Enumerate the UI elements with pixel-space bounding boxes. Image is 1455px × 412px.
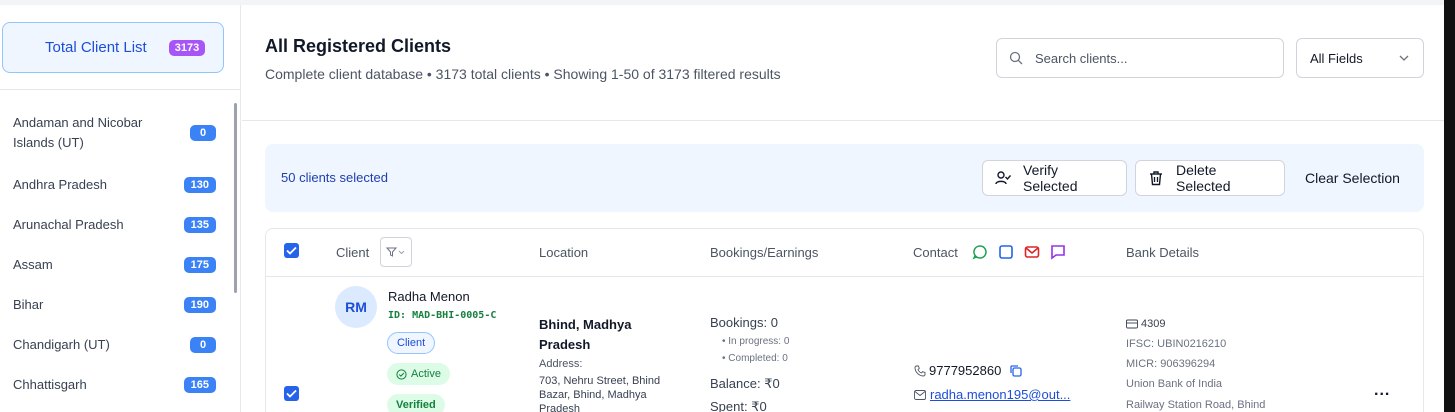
search-input[interactable] [1035, 50, 1255, 66]
filter-icon [386, 247, 405, 257]
verify-selected-button[interactable]: Verify Selected [982, 160, 1127, 196]
column-bank-details: Bank Details [1126, 245, 1199, 260]
search-icon [1009, 51, 1023, 65]
user-check-icon [995, 170, 1011, 186]
contact-icons [972, 244, 1066, 260]
status-badge: Active [387, 363, 450, 385]
state-count-badge: 190 [183, 297, 216, 313]
state-name: Arunachal Pradesh [13, 217, 124, 232]
state-name: Andhra Pradesh [13, 177, 107, 192]
client-id: ID: MAD-BHI-0005-C [388, 310, 497, 321]
chat-icon[interactable] [1050, 244, 1066, 260]
email-link[interactable]: radha.menon195@out... [930, 387, 1070, 402]
state-name: Chhattisgarh [13, 377, 87, 392]
column-location: Location [539, 245, 589, 260]
address-text: 703, Nehru Street, Bhind Bazar, Bhind, M… [539, 375, 661, 412]
field-select-value: All Fields [1310, 50, 1363, 66]
field-select[interactable]: All Fields [1296, 38, 1424, 78]
phone-text: 9777952860 [929, 363, 1002, 378]
copy-icon[interactable] [1009, 364, 1023, 378]
delete-selected-button[interactable]: Delete Selected [1135, 160, 1285, 196]
client-filter-button[interactable] [380, 237, 412, 267]
micr-code: MICR: 906396294 [1126, 358, 1216, 370]
header-divider [242, 120, 1444, 121]
verified-badge: Verified [387, 394, 445, 412]
bank-account: 4309 [1126, 318, 1165, 330]
select-all-checkbox[interactable] [284, 243, 299, 258]
state-item-arunachal-pradesh[interactable]: Arunachal Pradesh 135 [0, 215, 230, 235]
sidebar-scrollbar[interactable] [234, 103, 237, 293]
state-count-badge: 165 [183, 377, 216, 393]
clients-table: Client Location Bookings/Earnings Contac… [265, 228, 1424, 412]
selection-count: 50 clients selected [281, 170, 388, 185]
column-bookings: Bookings/Earnings [710, 245, 819, 260]
balance: Balance: ₹0 [710, 376, 780, 391]
bookings-completed: • Completed: 0 [722, 353, 788, 364]
clear-selection-button[interactable]: Clear Selection [1305, 170, 1400, 186]
sidebar: Total Client List 3173 Andaman and Nicob… [0, 5, 241, 412]
phone-icon [914, 365, 926, 376]
square-icon[interactable] [998, 244, 1014, 260]
phone-number: 9777952860 [914, 363, 1023, 378]
credit-card-icon [1126, 319, 1138, 329]
delete-selected-label: Delete Selected [1176, 162, 1231, 194]
status-label: Active [411, 368, 441, 380]
state-name: Chandigarh (UT) [13, 337, 110, 352]
search-box[interactable] [996, 38, 1284, 78]
state-name: Andaman and Nicobar Islands (UT) [13, 115, 143, 150]
state-count-badge: 130 [183, 177, 216, 193]
sidebar-divider [0, 89, 240, 90]
spent: Spent: ₹0 [710, 399, 767, 412]
state-item-bihar[interactable]: Bihar 190 [0, 295, 230, 315]
bookings-in-progress: • In progress: 0 [722, 336, 790, 347]
state-count-badge: 0 [190, 125, 216, 141]
page-subtitle: Complete client database • 3173 total cl… [265, 66, 781, 82]
row-actions-menu[interactable]: ... [1374, 382, 1390, 400]
selection-bar: 50 clients selected Verify Selected Dele… [265, 144, 1424, 212]
bookings-count: Bookings: 0 [710, 315, 778, 330]
whatsapp-icon[interactable] [972, 244, 988, 260]
total-count-badge: 3173 [168, 39, 206, 56]
state-count-badge: 0 [190, 337, 216, 353]
window-edge [1444, 0, 1455, 412]
row-checkbox[interactable] [284, 386, 299, 401]
ifsc-code: IFSC: UBIN0216210 [1126, 338, 1227, 350]
account-number: 4309 [1141, 318, 1166, 330]
state-item-andaman[interactable]: Andaman and Nicobar Islands (UT) 0 [0, 113, 230, 153]
state-item-assam[interactable]: Assam 175 [0, 255, 230, 275]
avatar: RM [335, 286, 377, 328]
table-header: Client Location Bookings/Earnings Contac… [266, 229, 1423, 277]
state-name: Assam [13, 257, 53, 272]
state-item-andhra-pradesh[interactable]: Andhra Pradesh 130 [0, 175, 230, 195]
verify-selected-label: Verify Selected [1023, 162, 1078, 194]
state-name: Bihar [13, 297, 44, 312]
trash-icon [1148, 170, 1164, 186]
client-name: Radha Menon [388, 289, 470, 304]
total-client-list-button[interactable]: Total Client List 3173 [2, 22, 224, 73]
page-title: All Registered Clients [265, 36, 452, 56]
address-label: Address: [539, 358, 583, 370]
state-count-badge: 175 [183, 257, 216, 273]
chevron-down-icon [1399, 55, 1409, 61]
check-circle-icon [396, 368, 407, 380]
column-contact: Contact [913, 245, 958, 260]
email-address: radha.menon195@out... [914, 387, 1070, 402]
location-city: Bhind, Madhya Pradesh [539, 317, 632, 352]
mail-icon[interactable] [1024, 244, 1040, 260]
bank-name: Union Bank of India [1126, 378, 1223, 390]
state-item-chhattisgarh[interactable]: Chhattisgarh 165 [0, 375, 230, 395]
column-client: Client [336, 245, 370, 260]
bank-branch: Railway Station Road, Bhind [1126, 399, 1266, 411]
client-type-badge: Client [387, 332, 436, 354]
state-item-chandigarh[interactable]: Chandigarh (UT) 0 [0, 335, 230, 355]
mail-icon [914, 389, 926, 400]
state-count-badge: 135 [183, 217, 216, 233]
total-client-list-label: Total Client List [45, 39, 147, 56]
